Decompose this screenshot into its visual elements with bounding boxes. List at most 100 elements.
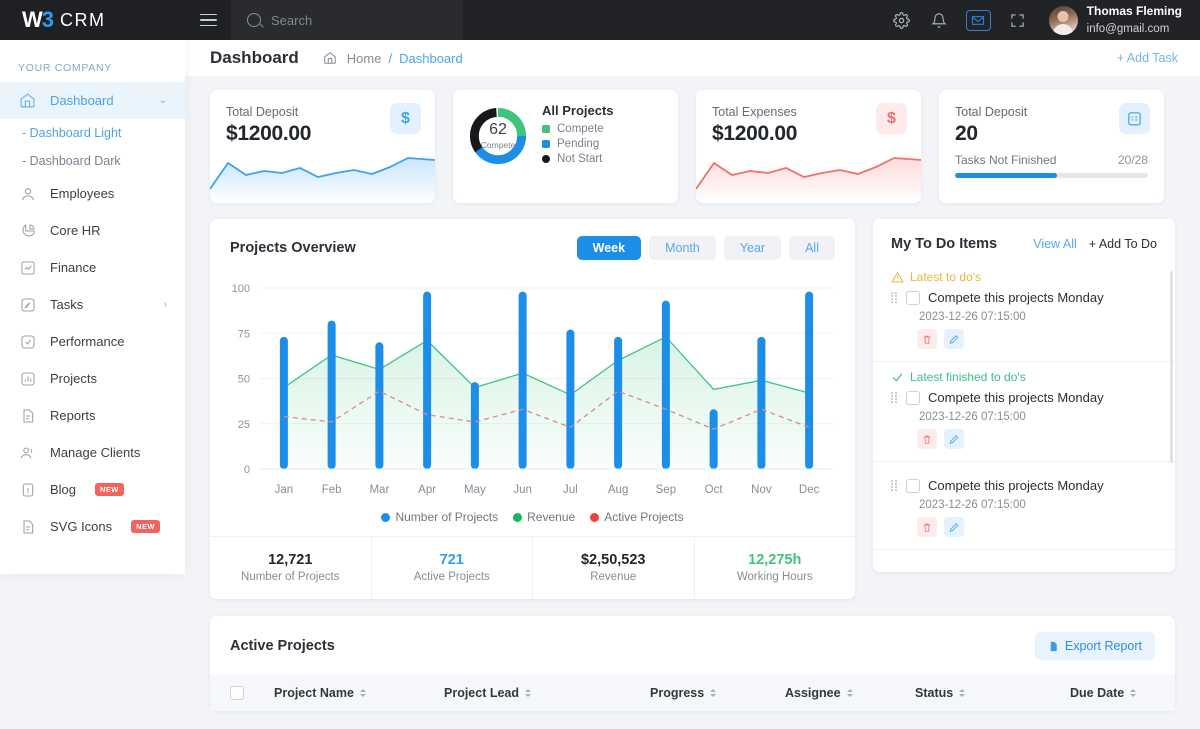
sidebar-item-blog[interactable]: Blog NEW	[0, 471, 185, 508]
todo-section-finished: Latest finished to do's	[873, 362, 1175, 386]
sidebar-item-finance[interactable]: Finance	[0, 249, 185, 286]
scrollbar[interactable]	[1170, 271, 1173, 463]
svg-text:Feb: Feb	[322, 484, 342, 496]
edit-icon[interactable]	[944, 517, 964, 537]
search-input[interactable]	[271, 12, 421, 28]
todo-checkbox[interactable]	[906, 390, 920, 405]
sidebar-item-manage-clients[interactable]: Manage Clients	[0, 434, 185, 471]
sort-icon[interactable]	[1130, 689, 1137, 697]
stat-value: $2,50,523	[580, 552, 646, 568]
dollar-icon: $	[876, 103, 907, 134]
column-status[interactable]: Status	[915, 686, 1070, 700]
trash-icon[interactable]	[917, 517, 937, 537]
donut-chart: 62 Compete	[467, 105, 529, 167]
breadcrumb-current[interactable]: Dashboard	[399, 51, 463, 66]
menu-toggle-icon[interactable]	[185, 0, 231, 40]
stat-working-hours: 12,275h Working Hours	[695, 537, 856, 599]
brand-logo[interactable]: W3 CRM	[0, 0, 185, 40]
column-label: Project Name	[274, 686, 354, 700]
trash-icon[interactable]	[917, 329, 937, 349]
sidebar-subitem-dashboard-dark[interactable]: - Dashboard Dark	[0, 147, 185, 175]
breadcrumb-separator: /	[388, 50, 393, 66]
column-label: Progress	[650, 686, 705, 700]
sort-icon[interactable]	[710, 689, 717, 697]
legend-dot	[542, 140, 550, 148]
page-title: Dashboard	[210, 48, 299, 67]
search-box[interactable]	[231, 0, 463, 40]
sidebar-item-svg-icons[interactable]: SVG Icons NEW	[0, 508, 185, 545]
mail-icon[interactable]	[965, 9, 991, 31]
user-name: Thomas Fleming	[1086, 4, 1182, 19]
export-report-button[interactable]: Export Report	[1034, 632, 1155, 660]
chart-legend: Number of Projects Revenue Active Projec…	[210, 507, 855, 537]
sort-icon[interactable]	[525, 689, 532, 697]
tab-year[interactable]: Year	[723, 236, 782, 260]
todo-text: Compete this projects Monday	[928, 478, 1104, 493]
user-icon	[18, 184, 37, 203]
sort-icon[interactable]	[846, 689, 853, 697]
drag-handle-icon[interactable]	[891, 391, 898, 404]
tab-all[interactable]: All	[789, 236, 835, 260]
sidebar-item-label: SVG Icons	[50, 519, 113, 534]
stat-cards-row: Total Deposit $1200.00 $ 62 Compete All …	[185, 76, 1200, 203]
column-assignee[interactable]: Assignee	[785, 686, 915, 700]
sidebar-item-reports[interactable]: Reports	[0, 397, 185, 434]
add-todo-button[interactable]: + Add To Do	[1089, 237, 1157, 251]
sidebar-item-label: Manage Clients	[50, 445, 141, 460]
export-label: Export Report	[1064, 639, 1142, 653]
sidebar-item-employees[interactable]: Employees	[0, 175, 185, 212]
breadcrumb-home[interactable]: Home	[347, 51, 382, 66]
column-project-name[interactable]: Project Name	[274, 686, 444, 700]
sidebar-item-dashboard[interactable]: Dashboard ⌄	[0, 82, 185, 119]
column-progress[interactable]: Progress	[650, 686, 785, 700]
add-task-button[interactable]: + Add Task	[1117, 51, 1178, 65]
sidebar-item-tasks[interactable]: Tasks ›	[0, 286, 185, 323]
sidebar-item-projects[interactable]: Projects	[0, 360, 185, 397]
sidebar-item-label: Performance	[50, 334, 125, 349]
svg-text:50: 50	[238, 374, 250, 386]
drag-handle-icon[interactable]	[891, 479, 898, 492]
tab-week[interactable]: Week	[576, 236, 642, 260]
todo-checkbox[interactable]	[906, 478, 920, 493]
legend-label: Compete	[557, 123, 604, 135]
column-project-lead[interactable]: Project Lead	[444, 686, 650, 700]
svg-text:Jun: Jun	[513, 484, 532, 496]
todo-text: Compete this projects Monday	[928, 390, 1104, 405]
time-range-toggle: Week Month Year All	[576, 236, 835, 260]
sort-icon[interactable]	[359, 689, 366, 697]
bars-icon	[18, 369, 37, 388]
svg-text:Mar: Mar	[369, 484, 389, 496]
clipboard-icon	[1119, 103, 1150, 134]
svg-text:Jul: Jul	[563, 484, 578, 496]
sidebar-subitem-dashboard-light[interactable]: - Dashboard Light	[0, 119, 185, 147]
chevron-down-icon: ⌄	[158, 94, 167, 106]
user-profile[interactable]: Thomas Fleming info@gmail.com	[1045, 3, 1182, 37]
todo-item: Compete this projects Monday 2023-12-26 …	[873, 386, 1175, 462]
fullscreen-icon[interactable]	[1008, 10, 1028, 30]
legend-dot	[542, 155, 550, 163]
trash-icon[interactable]	[917, 429, 937, 449]
legend-label: Pending	[557, 138, 600, 150]
sidebar-item-core-hr[interactable]: Core HR	[0, 212, 185, 249]
panel-title: Projects Overview	[230, 240, 356, 256]
column-due-date[interactable]: Due Date	[1070, 686, 1137, 700]
sidebar-section-label: YOUR COMPANY	[18, 62, 112, 74]
sidebar-item-performance[interactable]: Performance	[0, 323, 185, 360]
table-header-row: Project Name Project Lead Progress Assig…	[210, 675, 1175, 711]
select-all-checkbox[interactable]	[230, 686, 244, 700]
edit-icon[interactable]	[944, 329, 964, 349]
drag-handle-icon[interactable]	[891, 291, 898, 304]
sidebar-item-label: Core HR	[50, 223, 101, 238]
top-bar: W3 CRM Thomas Fleming	[0, 0, 1200, 40]
middle-row: Projects Overview Week Month Year All 0 2…	[185, 203, 1200, 599]
view-all-button[interactable]: View All	[1033, 237, 1077, 251]
svg-text:Apr: Apr	[418, 484, 436, 496]
todo-text: Compete this projects Monday	[928, 290, 1104, 305]
tab-month[interactable]: Month	[649, 236, 716, 260]
sort-icon[interactable]	[959, 689, 966, 697]
bell-icon[interactable]	[929, 10, 949, 30]
svg-text:Dec: Dec	[799, 484, 820, 496]
edit-icon[interactable]	[944, 429, 964, 449]
todo-checkbox[interactable]	[906, 290, 920, 305]
gear-icon[interactable]	[892, 10, 912, 30]
